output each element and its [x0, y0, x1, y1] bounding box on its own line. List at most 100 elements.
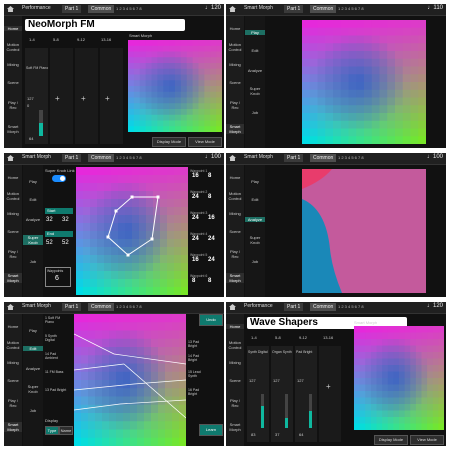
group-9-12[interactable]: 9-12 — [77, 37, 85, 42]
side-item-smart-morph[interactable]: Smart Morph — [4, 124, 22, 134]
waypoint-x[interactable]: 24 — [192, 215, 199, 221]
waypoint-item[interactable]: Waypoint 1 16 8 — [190, 169, 221, 181]
side-item-mixing[interactable]: Mixing — [4, 62, 22, 67]
side-item-smart-morph[interactable]: Smart Morph — [4, 273, 22, 283]
part-list-item[interactable]: 11 FM Bass — [45, 370, 67, 374]
side-item-mixing[interactable]: Mixing — [226, 211, 244, 216]
volume-fader[interactable] — [261, 394, 264, 428]
add-part-icon[interactable]: + — [81, 94, 86, 103]
tab-part[interactable]: Part 1 — [284, 303, 304, 311]
sub-item-job[interactable]: Job — [23, 259, 43, 264]
side-item-scene[interactable]: Scene — [4, 229, 22, 234]
waypoint-x[interactable]: 24 — [192, 194, 199, 200]
waypoint-x[interactable]: 16 — [192, 173, 199, 179]
side-item-smart-morph[interactable]: Smart Morph — [4, 422, 22, 432]
super-knob-link-toggle[interactable] — [52, 175, 66, 182]
waypoint-y[interactable]: 24 — [208, 236, 215, 242]
side-item-play-rec[interactable]: Play / Rec — [226, 249, 244, 259]
sub-item-play[interactable]: Play — [23, 328, 43, 333]
sub-item-play[interactable]: Play — [23, 179, 43, 184]
side-item-home[interactable]: Home — [4, 26, 22, 31]
add-part-icon[interactable]: + — [55, 94, 60, 103]
tab-common[interactable]: Common — [310, 303, 337, 311]
side-item-play-rec[interactable]: Play / Rec — [4, 398, 22, 408]
tab-part[interactable]: Part 1 — [62, 5, 82, 13]
undo-button[interactable]: Undo — [199, 314, 223, 326]
part-name[interactable]: Soft FM Piano — [26, 66, 48, 70]
side-item-play-rec[interactable]: Play / Rec — [226, 398, 244, 408]
side-item-scene[interactable]: Scene — [226, 378, 244, 383]
display-mode-button[interactable]: Display Mode — [152, 137, 186, 147]
side-item-home[interactable]: Home — [4, 175, 22, 180]
home-icon[interactable] — [229, 155, 236, 161]
learn-button[interactable]: Learn — [199, 424, 223, 436]
side-item-scene[interactable]: Scene — [4, 378, 22, 383]
group-13-16[interactable]: 13-16 — [323, 335, 333, 340]
side-item-smart-morph[interactable]: Smart Morph — [226, 273, 244, 283]
sub-item-edit[interactable]: Edit — [245, 197, 265, 202]
side-item-motion-control[interactable]: Motion Control — [226, 42, 244, 52]
waypoint-marker[interactable] — [150, 237, 154, 241]
group-1-4[interactable]: 1-4 — [29, 37, 35, 42]
part-list-item[interactable]: 16 Pad Bright — [188, 388, 204, 396]
side-item-mixing[interactable]: Mixing — [226, 360, 244, 365]
sub-item-job[interactable]: Job — [245, 110, 265, 115]
tab-part[interactable]: Part 1 — [284, 5, 304, 13]
part-list-item[interactable]: 1 Soft FM Piano — [45, 316, 67, 324]
waypoint-y[interactable]: 16 — [208, 215, 215, 221]
view-mode-button[interactable]: View Mode — [410, 435, 444, 445]
waypoint-y[interactable]: 8 — [208, 194, 211, 200]
tab-common[interactable]: Common — [310, 154, 337, 162]
side-item-motion-control[interactable]: Motion Control — [4, 191, 22, 201]
sub-item-play[interactable]: Play — [245, 30, 265, 35]
part-name[interactable]: Pad Bright — [296, 350, 316, 354]
morph-map[interactable] — [302, 20, 426, 144]
group-9-12[interactable]: 9-12 — [299, 335, 307, 340]
tab-part[interactable]: Part 1 — [62, 303, 82, 311]
part-list-item[interactable]: 13 Pad Bright — [188, 340, 204, 348]
type-button[interactable]: Type — [45, 426, 59, 435]
morph-map[interactable] — [354, 326, 444, 430]
view-mode-button[interactable]: View Mode — [188, 137, 222, 147]
waypoint-marker[interactable] — [114, 209, 118, 213]
waypoint-y[interactable]: 8 — [208, 173, 211, 179]
sub-item-edit[interactable]: Edit — [245, 48, 265, 53]
side-item-motion-control[interactable]: Motion Control — [226, 191, 244, 201]
waypoint-marker[interactable] — [130, 195, 134, 199]
sub-item-analyze[interactable]: Analyze — [23, 217, 43, 222]
sub-item-analyze[interactable]: Analyze — [23, 366, 43, 371]
group-1-4[interactable]: 1-4 — [251, 335, 257, 340]
side-item-home[interactable]: Home — [226, 324, 244, 329]
side-item-play-rec[interactable]: Play / Rec — [226, 100, 244, 110]
sub-item-edit[interactable]: Edit — [23, 346, 43, 351]
title-field[interactable]: NeoMorph FM — [25, 19, 185, 31]
part-name[interactable]: Synth Digital — [248, 350, 268, 354]
waypoint-item[interactable]: Waypoint 2 24 8 — [190, 190, 221, 202]
part-list-item[interactable]: 13 Pad Bright — [45, 388, 67, 392]
side-item-scene[interactable]: Scene — [226, 229, 244, 234]
side-item-smart-morph[interactable]: Smart Morph — [226, 422, 244, 432]
waypoint-x[interactable]: 24 — [192, 236, 199, 242]
side-item-motion-control[interactable]: Motion Control — [4, 340, 22, 350]
part-list-item[interactable]: 15 Lead Synth — [188, 370, 204, 378]
sub-item-play[interactable]: Play — [245, 179, 265, 184]
part-list-item[interactable]: 14 Pad Bright — [188, 354, 204, 362]
analyze-map[interactable] — [302, 169, 426, 293]
volume-fader[interactable] — [285, 394, 288, 428]
home-icon[interactable] — [7, 304, 14, 310]
side-item-scene[interactable]: Scene — [4, 80, 22, 85]
start-value-1[interactable]: 32 — [46, 217, 53, 223]
side-item-mixing[interactable]: Mixing — [4, 360, 22, 365]
waypoint-item[interactable]: Waypoint 3 24 16 — [190, 211, 221, 223]
add-part-icon[interactable]: + — [105, 94, 110, 103]
morph-map[interactable] — [128, 40, 222, 132]
waypoint-item[interactable]: Waypoint 5 16 24 — [190, 253, 221, 265]
sub-item-analyze[interactable]: Analyze — [245, 68, 265, 73]
home-icon[interactable] — [229, 304, 236, 310]
side-item-home[interactable]: Home — [4, 324, 22, 329]
waypoint-item[interactable]: Waypoint 688 — [190, 274, 221, 286]
waypoint-x[interactable]: 8 — [192, 278, 195, 284]
side-item-mixing[interactable]: Mixing — [226, 62, 244, 67]
morph-map[interactable] — [74, 314, 186, 446]
name-button[interactable]: Name — [59, 426, 73, 435]
